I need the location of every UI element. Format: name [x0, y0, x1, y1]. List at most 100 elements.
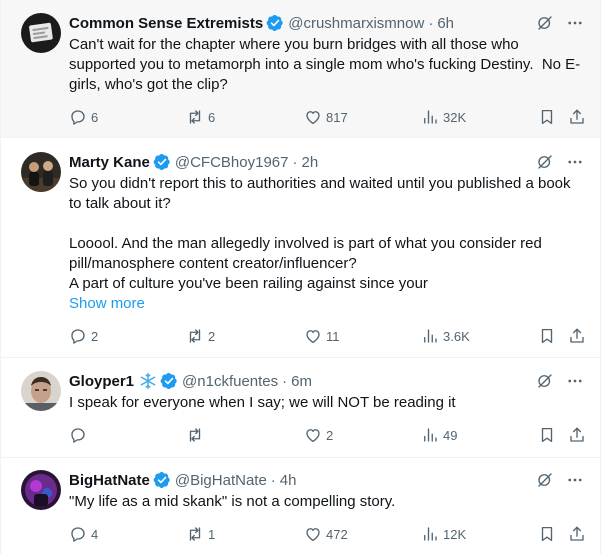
like-icon	[306, 429, 320, 443]
tweet-text: Can't wait for the chapter where you bur…	[69, 35, 584, 95]
timestamp[interactable]: 6h	[437, 15, 454, 32]
views-button[interactable]: 32K	[421, 107, 466, 127]
tweet-actions: 2 49	[69, 425, 584, 445]
bookmark-icon	[541, 328, 553, 344]
repost-count: 1	[208, 526, 216, 542]
more-options-icon[interactable]	[566, 153, 584, 171]
repost-button[interactable]: 6	[186, 107, 215, 127]
views-icon	[424, 428, 437, 442]
more-options-icon[interactable]	[566, 471, 584, 489]
tweet[interactable]: BigHatNate @BigHatNate · 4h "My life as …	[1, 458, 600, 554]
tweet-header: BigHatNate @BigHatNate · 4h	[69, 470, 584, 490]
avatar[interactable]	[21, 371, 61, 411]
views-count: 49	[443, 427, 458, 443]
repost-count: 2	[208, 328, 216, 344]
share-icon	[570, 328, 584, 343]
avatar[interactable]	[21, 13, 61, 53]
reply-button[interactable]: 2	[69, 326, 98, 346]
verified-badge-icon[interactable]	[153, 153, 171, 171]
like-icon	[306, 111, 320, 125]
tweet-header: Marty Kane @CFCBhoy1967 · 2h	[69, 152, 584, 172]
avatar[interactable]	[21, 470, 61, 510]
like-button[interactable]: 2	[304, 425, 333, 445]
tweet-body: So you didn't report this to authorities…	[69, 175, 571, 292]
share-button[interactable]	[568, 524, 586, 544]
grok-icon[interactable]	[536, 14, 554, 32]
views-button[interactable]: 3.6K	[421, 326, 470, 346]
reply-icon	[71, 110, 85, 125]
bookmark-button[interactable]	[538, 107, 556, 127]
more-options-icon[interactable]	[566, 372, 584, 390]
timestamp[interactable]: 4h	[280, 472, 297, 489]
share-icon	[570, 526, 584, 541]
separator-dot: ·	[270, 471, 276, 489]
repost-icon	[189, 428, 201, 442]
like-button[interactable]: 817	[304, 107, 348, 127]
verified-badge-icon[interactable]	[153, 471, 171, 489]
handle[interactable]: @n1ckfuentes	[182, 373, 278, 390]
bookmark-button[interactable]	[538, 326, 556, 346]
tweet-actions: 6 6 817 32K	[69, 107, 584, 127]
repost-button[interactable]: 1	[186, 524, 215, 544]
like-count: 11	[326, 328, 340, 344]
reply-count: 4	[91, 526, 99, 542]
repost-button[interactable]	[186, 425, 208, 445]
repost-button[interactable]: 2	[186, 326, 215, 346]
tweet-text: I speak for everyone when I say; we will…	[69, 393, 584, 413]
like-button[interactable]: 472	[304, 524, 348, 544]
grok-icon[interactable]	[536, 372, 554, 390]
share-icon	[570, 427, 584, 442]
avatar[interactable]	[21, 152, 61, 192]
show-more-link[interactable]: Show more	[69, 294, 584, 314]
views-button[interactable]: 49	[421, 425, 457, 445]
display-name[interactable]: Marty Kane	[69, 154, 150, 171]
verified-badge-icon[interactable]	[160, 372, 178, 390]
separator-dot: ·	[292, 153, 298, 171]
bookmark-icon	[541, 427, 553, 443]
share-icon	[570, 109, 584, 124]
tweet[interactable]: Marty Kane @CFCBhoy1967 · 2h So you didn…	[1, 138, 600, 358]
grok-icon[interactable]	[536, 471, 554, 489]
reply-button[interactable]	[69, 425, 91, 445]
views-icon	[424, 527, 437, 541]
bookmark-icon	[541, 526, 553, 542]
handle[interactable]: @crushmarxismnow	[288, 15, 424, 32]
tweet-text: So you didn't report this to authorities…	[69, 174, 584, 314]
repost-icon	[189, 527, 201, 541]
handle[interactable]: @BigHatNate	[175, 472, 267, 489]
repost-count: 6	[208, 109, 216, 125]
tweet-body: "My life as a mid skank" is not a compel…	[69, 493, 396, 510]
bookmark-button[interactable]	[538, 425, 556, 445]
verified-badge-icon[interactable]	[266, 14, 284, 32]
display-name[interactable]: Common Sense Extremists	[69, 15, 263, 32]
tweet[interactable]: Gloyper1 @n1ckfuentes · 6m I speak for e…	[1, 358, 600, 458]
reply-button[interactable]: 4	[69, 524, 98, 544]
display-name[interactable]: Gloyper1	[69, 373, 134, 390]
views-button[interactable]: 12K	[421, 524, 466, 544]
share-button[interactable]	[568, 326, 586, 346]
reply-count: 2	[91, 328, 99, 344]
grok-icon[interactable]	[536, 153, 554, 171]
separator-dot: ·	[428, 14, 434, 32]
tweet-actions: 4 1 472 12K	[69, 524, 584, 544]
bookmark-button[interactable]	[538, 524, 556, 544]
share-button[interactable]	[568, 107, 586, 127]
display-name[interactable]: BigHatNate	[69, 472, 150, 489]
tweet-text: "My life as a mid skank" is not a compel…	[69, 492, 584, 512]
repost-icon	[189, 110, 201, 124]
bookmark-icon	[541, 109, 553, 125]
share-button[interactable]	[568, 425, 586, 445]
handle[interactable]: @CFCBhoy1967	[175, 154, 289, 171]
tweet-body: I speak for everyone when I say; we will…	[69, 394, 456, 411]
tweet[interactable]: Common Sense Extremists @crushmarxismnow…	[1, 0, 600, 138]
like-count: 2	[326, 427, 334, 443]
reply-button[interactable]: 6	[69, 107, 98, 127]
reply-feed: Common Sense Extremists @crushmarxismnow…	[0, 0, 601, 554]
snowflake-icon	[140, 372, 156, 390]
reply-count: 6	[91, 109, 99, 125]
like-button[interactable]: 11	[304, 326, 340, 346]
timestamp[interactable]: 2h	[301, 154, 318, 171]
views-count: 12K	[443, 526, 467, 542]
timestamp[interactable]: 6m	[291, 373, 312, 390]
more-options-icon[interactable]	[566, 14, 584, 32]
